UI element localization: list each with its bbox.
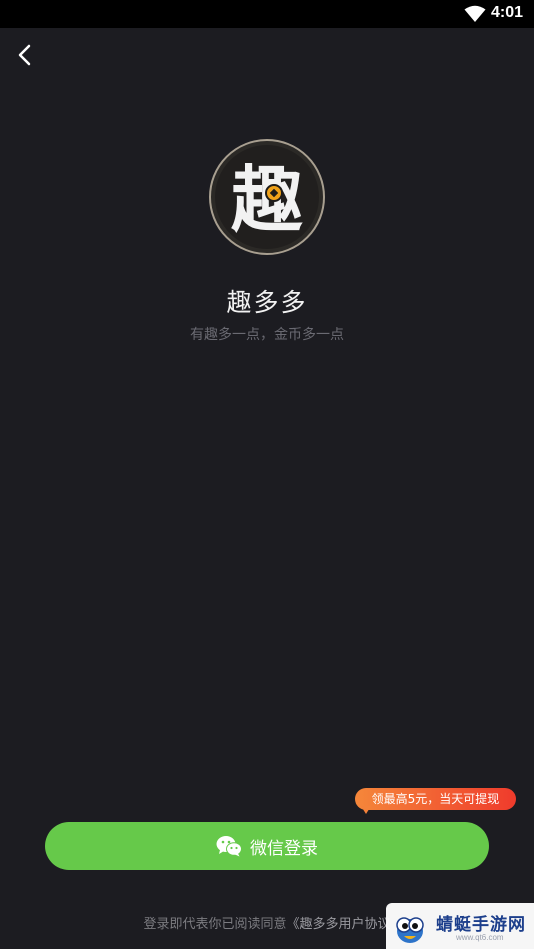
status-bar: 4:01 (0, 0, 534, 28)
promo-badge: 领最高5元，当天可提现 (355, 788, 516, 810)
wifi-icon (464, 5, 486, 22)
wechat-icon (216, 836, 242, 857)
app-name: 趣多多 (226, 288, 308, 317)
user-agreement-link[interactable]: 《趣多多用户协议 (287, 917, 391, 932)
login-button-label: 微信登录 (250, 838, 318, 859)
watermark-title: 蜻蜓手游网 (436, 915, 526, 935)
dragonfly-mascot-icon (396, 917, 424, 943)
logo-character: 趣 (231, 158, 303, 242)
wechat-login-button[interactable]: 微信登录 (45, 822, 489, 870)
app-slogan: 有趣多一点，金币多一点 (190, 327, 344, 343)
agreement-prefix: 登录即代表你已阅读同意 (143, 917, 287, 932)
watermark-domain: www.qt6.com (456, 933, 504, 942)
back-button[interactable] (14, 42, 36, 68)
watermark: 蜻蜓手游网 www.qt6.com (386, 903, 534, 949)
status-time: 4:01 (490, 4, 523, 21)
promo-badge-tail (361, 806, 371, 814)
app-logo: 趣 (209, 139, 325, 255)
